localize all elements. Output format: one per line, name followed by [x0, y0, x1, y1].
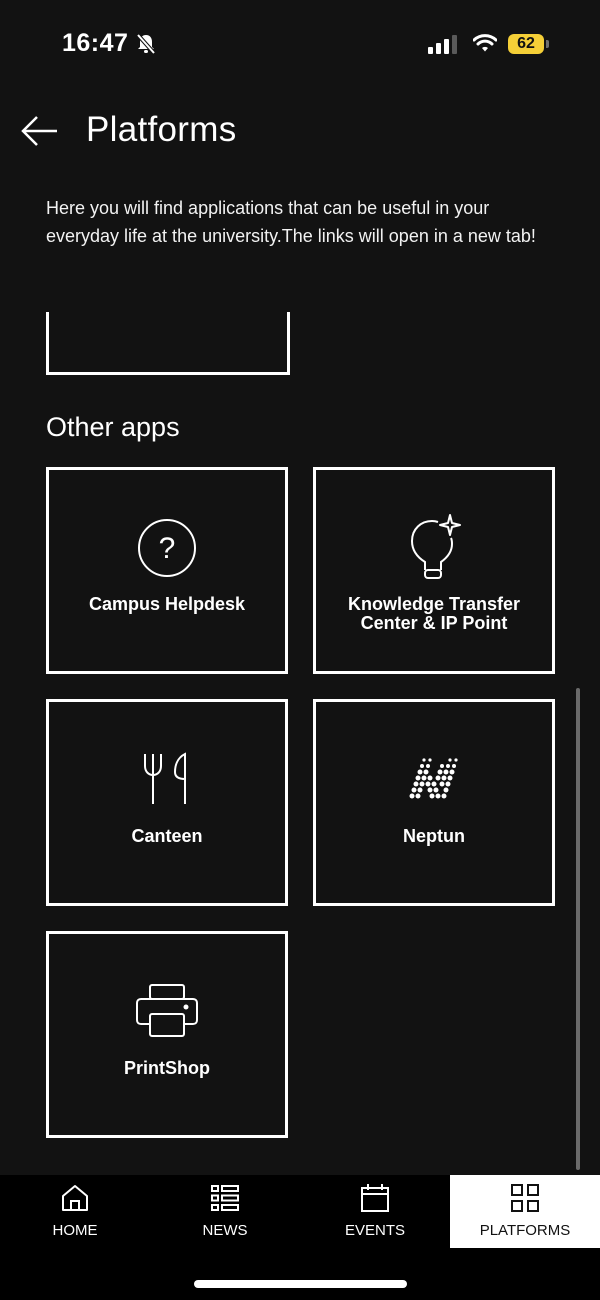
bell-muted-icon [136, 33, 156, 55]
printer-icon [136, 984, 198, 1037]
news-list-icon [211, 1185, 239, 1211]
battery-tip [546, 40, 549, 48]
page-header: Platforms [0, 100, 600, 164]
app-card-campus-helpdesk[interactable]: ? Campus Helpdesk [46, 467, 288, 674]
system-gesture-area [0, 1248, 600, 1300]
app-card-label-line2: Center & IP Point [360, 613, 508, 633]
section-title-other-apps: Other apps [46, 412, 180, 442]
nav-label-home: HOME [52, 1222, 98, 1239]
app-card-knowledge-transfer[interactable]: Knowledge Transfer Center & IP Point [313, 467, 555, 674]
svg-text:?: ? [159, 532, 176, 565]
signal-icon [428, 35, 457, 54]
nav-label-news: NEWS [202, 1222, 248, 1239]
app-card-label: Canteen [131, 826, 203, 846]
app-card-label: Neptun [403, 826, 465, 846]
scrollbar[interactable] [576, 688, 580, 1170]
nav-item-news[interactable]: NEWS [150, 1175, 300, 1248]
calendar-icon [361, 1184, 389, 1212]
app-card-partial[interactable] [46, 312, 290, 375]
page-title: Platforms [86, 110, 237, 149]
question-circle-icon: ? [138, 519, 196, 577]
wifi-icon [473, 34, 497, 52]
nav-label-platforms: PLATFORMS [479, 1222, 571, 1239]
grid-icon [511, 1184, 539, 1212]
app-card-neptun[interactable]: Neptun [313, 699, 555, 906]
back-arrow-icon[interactable] [20, 114, 60, 148]
home-indicator[interactable] [194, 1280, 407, 1288]
neptun-logo-icon [409, 758, 458, 799]
battery-indicator: 62 [508, 34, 544, 54]
nav-item-events[interactable]: EVENTS [300, 1175, 450, 1248]
nav-label-events: EVENTS [344, 1222, 405, 1239]
status-bar: 16:47 62 [0, 0, 600, 90]
fork-knife-icon [144, 752, 186, 804]
bottom-nav: HOME NEWS EVENTS PLATFORMS [0, 1175, 600, 1248]
app-card-label: Campus Helpdesk [88, 594, 246, 614]
intro-text: Here you will find applications that can… [46, 198, 536, 246]
lightbulb-sparkle-icon [410, 514, 461, 579]
app-card-canteen[interactable]: Canteen [46, 699, 288, 906]
home-icon [62, 1185, 88, 1211]
nav-item-home[interactable]: HOME [0, 1175, 150, 1248]
status-time: 16:47 [62, 29, 129, 57]
app-card-label-line1: Knowledge Transfer [347, 594, 521, 614]
app-card-label: PrintShop [124, 1058, 210, 1078]
app-card-printshop[interactable]: PrintShop [46, 931, 288, 1138]
nav-item-platforms[interactable]: PLATFORMS [450, 1175, 600, 1248]
